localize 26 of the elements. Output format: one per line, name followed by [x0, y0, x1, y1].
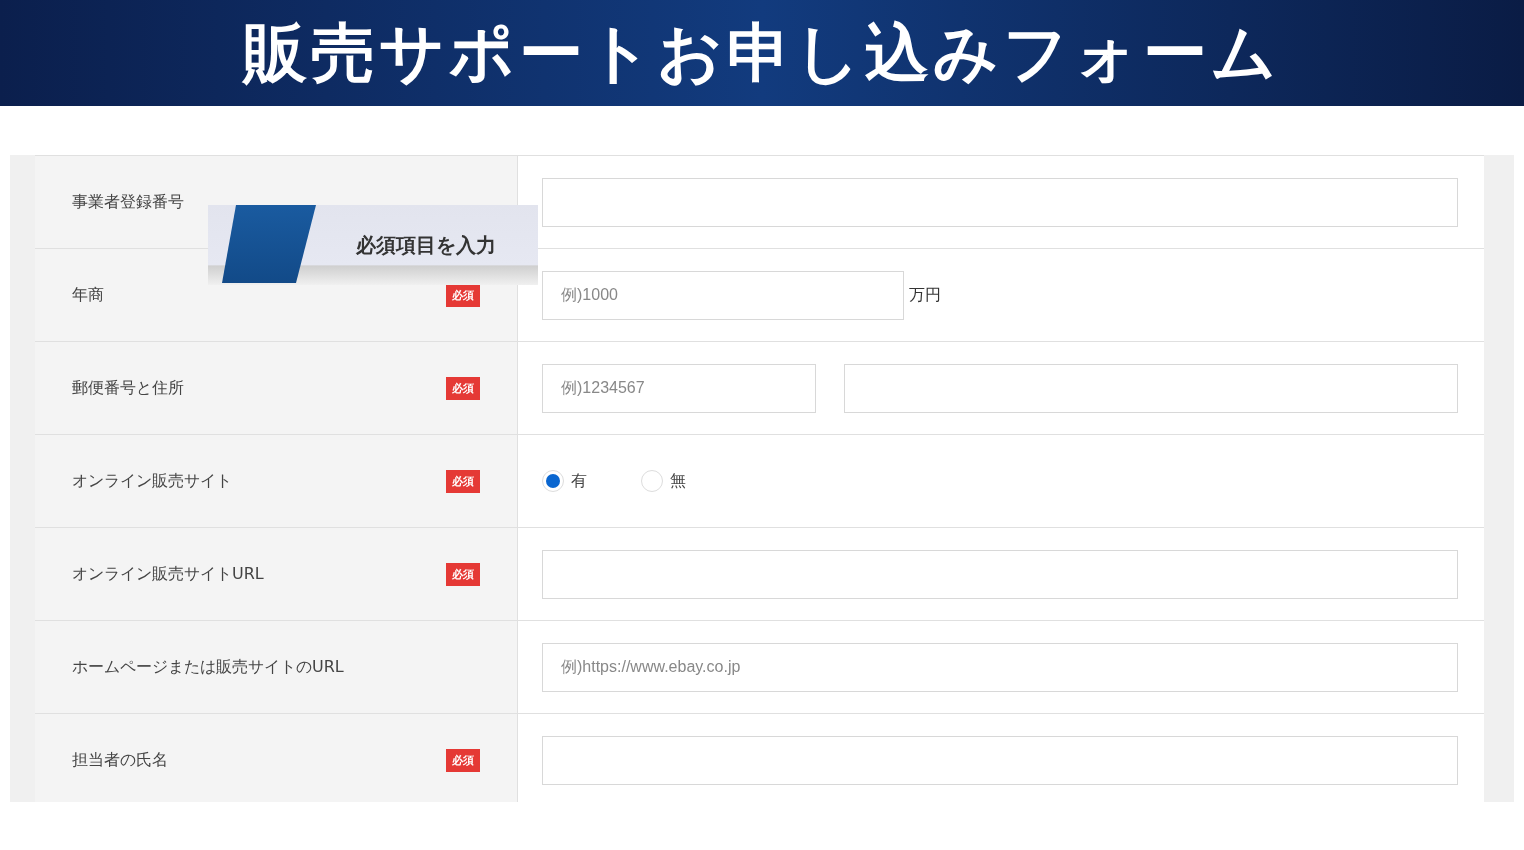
required-badge: 必須: [446, 376, 480, 400]
input-field[interactable]: [844, 363, 1458, 413]
field-label: ホームページまたは販売サイトのURL: [72, 656, 344, 678]
input-field[interactable]: [542, 735, 1458, 785]
input-field[interactable]: 例)1000: [542, 270, 904, 320]
unit-label: 万円: [909, 284, 941, 306]
radio-label[interactable]: 無: [670, 470, 686, 492]
radio-button[interactable]: [542, 470, 564, 492]
input-field[interactable]: [542, 549, 1458, 599]
field-label: オンライン販売サイトURL: [72, 563, 264, 585]
page-title: 販売サポートお申し込みフォーム: [243, 21, 1281, 85]
radio-label[interactable]: 有: [571, 470, 587, 492]
required-badge: 必須: [446, 283, 480, 307]
field-label: 事業者登録番号: [72, 191, 184, 213]
input-field[interactable]: 例)https://www.ebay.co.jp: [542, 642, 1458, 692]
required-badge: 必須: [446, 748, 480, 772]
field-label: 年商: [72, 284, 104, 306]
required-badge: 必須: [446, 562, 480, 586]
field-label: オンライン販売サイト: [72, 470, 232, 492]
input-field[interactable]: [542, 177, 1458, 227]
radio-button[interactable]: [641, 470, 663, 492]
input-field[interactable]: 例)1234567: [542, 363, 816, 413]
field-label: 郵便番号と住所: [72, 377, 184, 399]
required-badge: 必須: [446, 469, 480, 493]
callout-text: 必須項目を入力: [356, 231, 496, 259]
field-label: 担当者の氏名: [72, 749, 168, 771]
